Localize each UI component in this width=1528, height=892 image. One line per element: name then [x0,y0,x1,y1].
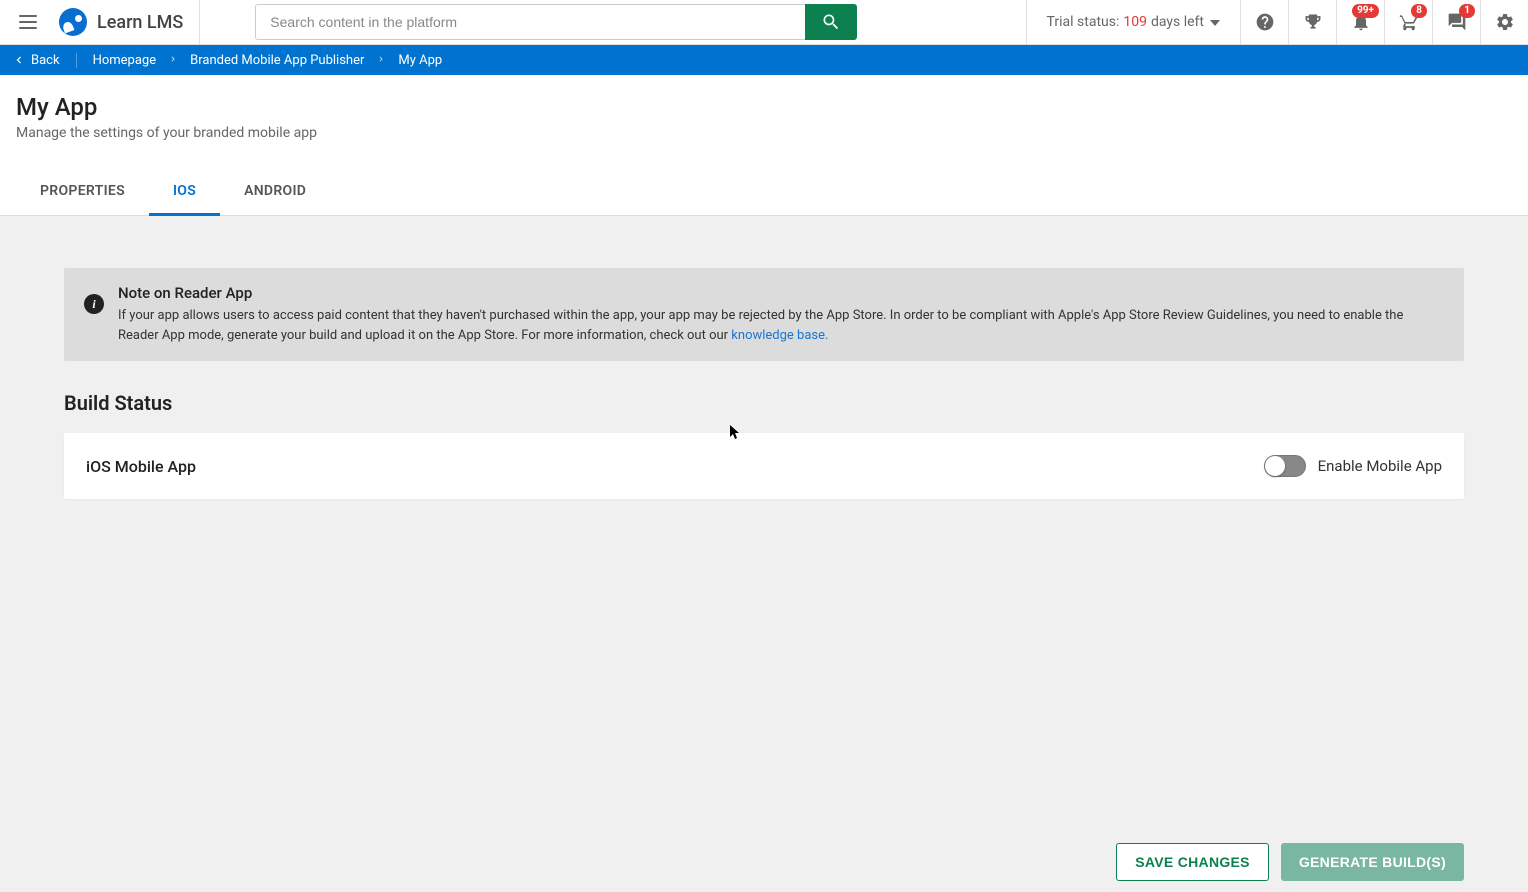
note-box: i Note on Reader App If your app allows … [64,268,1464,361]
toggle-wrap: Enable Mobile App [1264,455,1442,477]
help-button[interactable] [1240,0,1288,45]
breadcrumb-publisher[interactable]: Branded Mobile App Publisher [190,53,364,68]
enable-app-toggle[interactable] [1264,455,1306,477]
breadcrumb-current: My App [398,53,442,68]
save-changes-button[interactable]: SAVE CHANGES [1116,843,1269,881]
trial-days: 109 [1123,14,1147,30]
header-right: Trial status: 109 days left 99+ 8 1 [1026,0,1528,45]
chevron-right-icon [168,53,178,68]
breadcrumb-homepage[interactable]: Homepage [93,53,157,68]
info-icon: i [84,294,104,314]
page-title: My App [16,93,1512,121]
logo-text: Learn LMS [97,12,183,33]
top-header: Learn LMS Trial status: 109 days left 99… [0,0,1528,45]
trophy-button[interactable] [1288,0,1336,45]
notifications-badge: 99+ [1352,4,1379,18]
note-title: Note on Reader App [118,284,1444,302]
mouse-cursor [730,425,742,441]
hamburger-icon [19,15,37,29]
messages-badge: 1 [1459,4,1475,18]
tabs: PROPERTIES IOS ANDROID [0,169,1528,216]
breadcrumb-bar: Back Homepage Branded Mobile App Publish… [0,45,1528,75]
content-area: i Note on Reader App If your app allows … [0,216,1528,835]
gear-icon [1495,12,1515,32]
knowledge-base-link[interactable]: knowledge base. [731,328,828,343]
search-icon [821,12,841,32]
chevron-right-icon [376,53,386,68]
tab-android[interactable]: ANDROID [220,169,330,215]
tab-properties[interactable]: PROPERTIES [16,169,149,215]
hamburger-menu-button[interactable] [0,0,55,45]
toggle-label: Enable Mobile App [1318,457,1442,475]
back-link[interactable]: Back [12,53,77,68]
search-input[interactable] [255,4,805,40]
notifications-button[interactable]: 99+ [1336,0,1384,45]
build-label: iOS Mobile App [86,457,196,476]
settings-button[interactable] [1480,0,1528,45]
logo-block[interactable]: Learn LMS [55,0,200,45]
trial-suffix: days left [1151,14,1204,30]
cart-badge: 8 [1411,4,1427,18]
build-card: iOS Mobile App Enable Mobile App [64,433,1464,499]
cart-button[interactable]: 8 [1384,0,1432,45]
generate-builds-button[interactable]: GENERATE BUILD(S) [1281,843,1464,881]
help-icon [1255,12,1275,32]
page-head: My App Manage the settings of your brand… [0,75,1528,151]
chevron-left-icon [12,53,26,67]
messages-button[interactable]: 1 [1432,0,1480,45]
note-body: If your app allows users to access paid … [118,306,1444,345]
trial-prefix: Trial status: [1047,14,1120,30]
trial-status-dropdown[interactable]: Trial status: 109 days left [1026,0,1240,45]
logo-icon [59,8,87,36]
search-wrap [255,4,857,40]
build-status-title: Build Status [64,391,1464,415]
back-label: Back [31,53,60,68]
trophy-icon [1303,12,1323,32]
toggle-knob [1265,456,1285,476]
note-text: Note on Reader App If your app allows us… [118,284,1444,345]
search-button[interactable] [805,4,857,40]
caret-down-icon [1210,14,1220,30]
tab-ios[interactable]: IOS [149,169,220,216]
footer-actions: SAVE CHANGES GENERATE BUILD(S) [0,832,1528,892]
page-subtitle: Manage the settings of your branded mobi… [16,125,1512,141]
